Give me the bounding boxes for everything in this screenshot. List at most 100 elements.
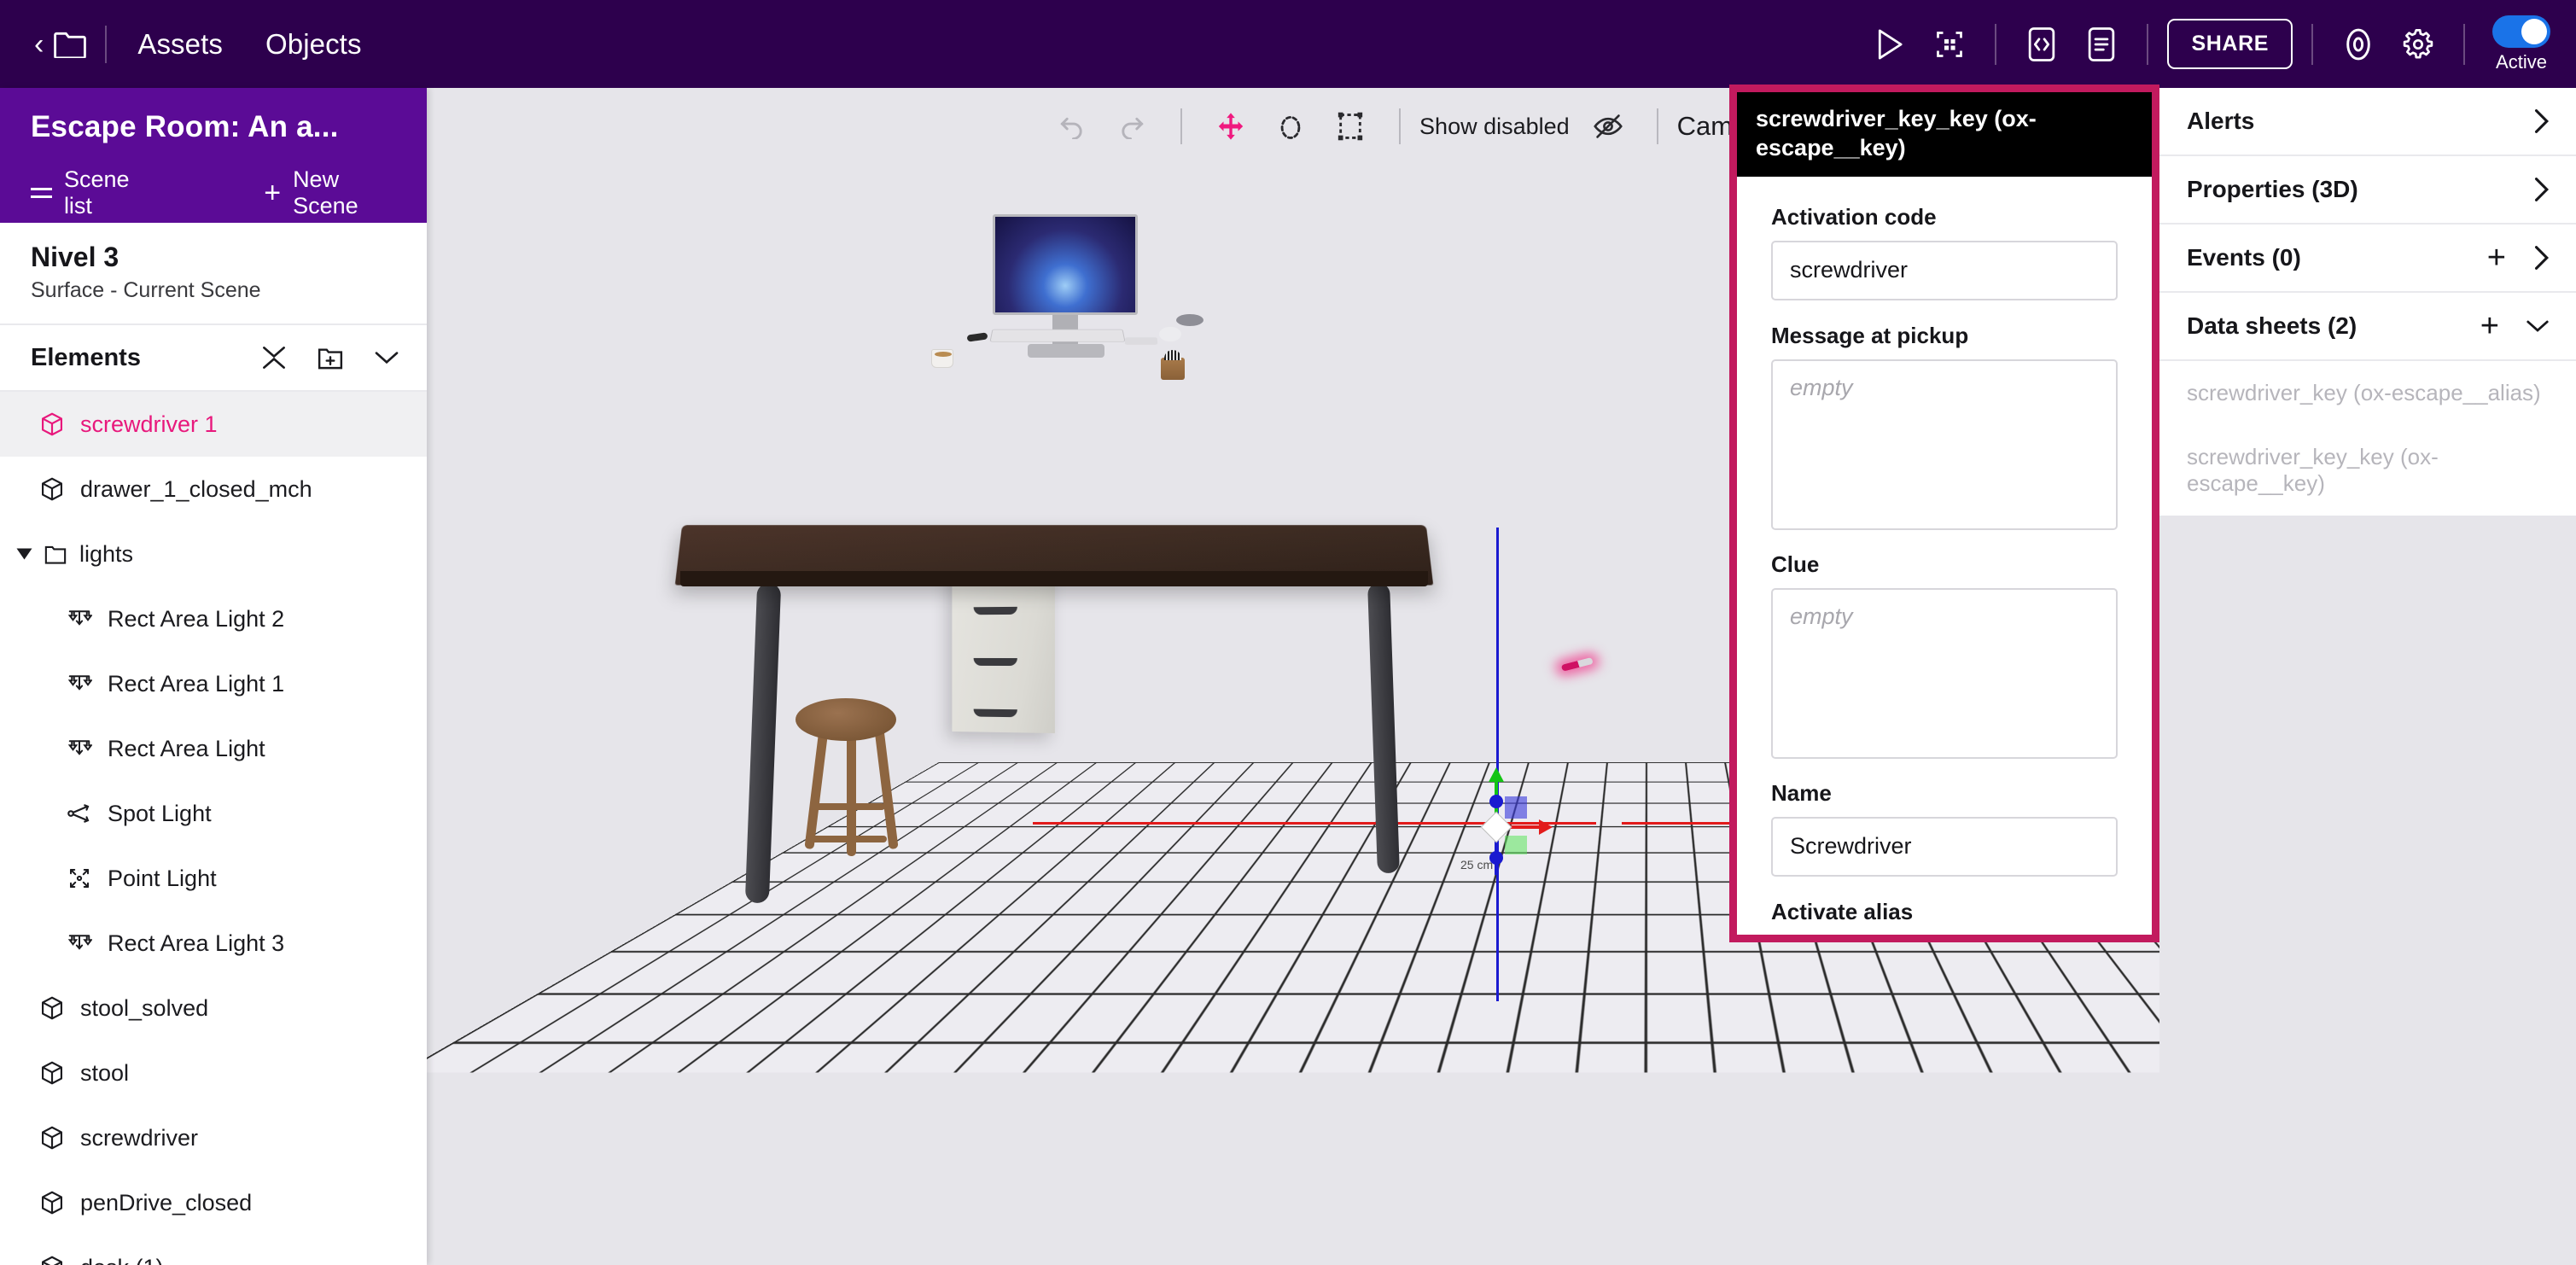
element-row-spot-light[interactable]: Spot Light [0,781,427,846]
cube-icon [39,411,65,437]
scale-icon[interactable] [1326,102,1375,151]
data-sheet-item-alias[interactable]: screwdriver_key (ox-escape__alias) [2159,361,2576,425]
element-row-label: drawer_1_closed_mch [80,475,312,502]
add-event-button[interactable]: + [2487,242,2506,274]
code-icon[interactable] [2012,15,2072,74]
chevron-down-icon[interactable] [372,343,401,372]
gizmo-handle[interactable] [1489,795,1503,808]
right-inspector-panel: Alerts Properties (3D) Events (0) + Data… [2159,88,2576,1265]
name-input[interactable] [1771,816,2118,877]
gizmo-plane-xz[interactable] [1505,796,1527,819]
project-header: Escape Room: An a... Scene list + New Sc… [0,88,427,223]
divider [1399,108,1402,144]
element-row-pendrive-closed[interactable]: penDrive_closed [0,1170,427,1235]
gear-icon[interactable] [2388,15,2448,74]
scene-name: Nivel 3 [31,242,119,272]
element-row-lights[interactable]: lights [0,522,427,586]
divider [2311,23,2313,65]
keyboard-object [989,329,1126,342]
data-sheet-item-key[interactable]: screwdriver_key_key (ox-escape__key) [2159,425,2576,516]
cabinet-handle [973,606,1017,615]
element-row-rect-area-light[interactable]: Rect Area Light [0,716,427,781]
element-row-label: screwdriver [80,1124,199,1151]
folder-icon[interactable] [54,31,87,58]
section-alerts[interactable]: Alerts [2159,88,2576,156]
monitor-base [1028,344,1104,358]
stool-seat[interactable] [796,698,896,741]
activation-code-input[interactable] [1771,240,2118,300]
nav-link-assets[interactable]: Assets [125,28,235,61]
element-row-stool-solved[interactable]: stool_solved [0,976,427,1041]
elements-title: Elements [31,343,141,371]
monitor-screen [993,214,1138,315]
elements-list[interactable]: screwdriver 1 drawer_1_closed_mchlights Re… [0,392,427,1265]
show-disabled-label[interactable]: Show disabled [1419,114,1570,140]
divider [1180,108,1183,144]
field-clue: Clue [1771,551,2118,763]
gizmo-plane-xy[interactable] [1505,836,1527,854]
play-icon[interactable] [1860,15,1920,74]
element-row-stool[interactable]: stool [0,1041,427,1105]
element-row-label: Rect Area Light 2 [108,605,285,632]
rotate-icon[interactable] [1266,102,1315,151]
divider [2463,23,2465,65]
right-panel-filler [2159,516,2576,1265]
chevron-left-icon[interactable]: ‹ [29,30,49,59]
plus-icon: + [264,177,282,209]
element-row-point-light[interactable]: Point Light [0,846,427,911]
element-row-drawer-1-closed-mch[interactable]: drawer_1_closed_mch [0,457,427,522]
app-root: ‹ Assets Objects SHARE Active 25 cm Show… [0,0,2576,1265]
element-row-screwdriver-1[interactable]: screwdriver 1 [0,392,427,457]
mug-object [931,349,953,368]
element-row-screwdriver[interactable]: screwdriver [0,1105,427,1170]
chevron-right-icon[interactable] [2532,243,2550,272]
share-button[interactable]: SHARE [2167,19,2293,69]
eye-off-icon[interactable] [1583,102,1633,151]
chevron-down-icon[interactable] [2525,317,2550,335]
popup-body: Activation code Message at pickup Clue N… [1737,177,2152,943]
element-row-label: Point Light [108,865,217,891]
lifebuoy-icon[interactable] [2328,15,2388,74]
qr-code-icon[interactable] [1920,15,1979,74]
section-label: Data sheets (2) [2187,312,2357,339]
element-row-label: Spot Light [108,800,212,826]
new-folder-icon[interactable] [316,343,345,372]
popup-title: screwdriver_key_key (ox-escape__key) [1737,92,2152,177]
collapse-all-icon[interactable] [259,343,288,372]
field-label: Activate alias [1771,898,1914,924]
element-row-rect-area-light-3[interactable]: Rect Area Light 3 [0,911,427,976]
active-toggle-label: Active [2496,50,2547,73]
chevron-right-icon[interactable] [2532,107,2550,136]
section-events[interactable]: Events (0) + [2159,224,2576,293]
toggle-knob [2521,18,2547,44]
clue-textarea[interactable] [1771,587,2118,759]
element-row-desk-1[interactable]: desk (1) [0,1235,427,1265]
section-data-sheets[interactable]: Data sheets (2) + [2159,293,2576,361]
activate-alias-input[interactable] [1771,936,2118,943]
document-icon[interactable] [2072,15,2131,74]
element-row-label: stool [80,1059,130,1086]
element-row-rect-area-light-1[interactable]: Rect Area Light 1 [0,651,427,716]
element-row-label: screwdriver 1 [80,411,218,437]
nav-link-objects[interactable]: Objects [254,28,374,61]
cabinet-handle [973,657,1017,667]
scene-list-button[interactable]: Scene list [31,166,153,219]
object-inspector-popup: screwdriver_key_key (ox-escape__key) Act… [1729,85,2159,942]
chevron-right-icon[interactable] [2532,175,2550,204]
desk-edge [680,571,1428,586]
element-row-label: stool_solved [80,994,209,1021]
undo-icon[interactable] [1047,102,1097,151]
active-toggle[interactable]: Active [2492,15,2550,73]
message-at-pickup-textarea[interactable] [1771,359,2118,530]
folder-icon [44,543,67,565]
section-label: Events (0) [2187,244,2301,271]
screwdriver-object-highlight[interactable] [1560,657,1594,672]
element-row-rect-area-light-2[interactable]: Rect Area Light 2 [0,586,427,651]
caret-expanded-icon[interactable] [16,548,32,560]
add-data-sheet-button[interactable]: + [2480,310,2499,342]
section-properties-3d[interactable]: Properties (3D) [2159,156,2576,224]
move-icon[interactable] [1206,102,1256,151]
redo-icon[interactable] [1107,102,1157,151]
file-cabinet[interactable] [952,564,1594,734]
new-scene-button[interactable]: + New Scene [264,166,396,219]
